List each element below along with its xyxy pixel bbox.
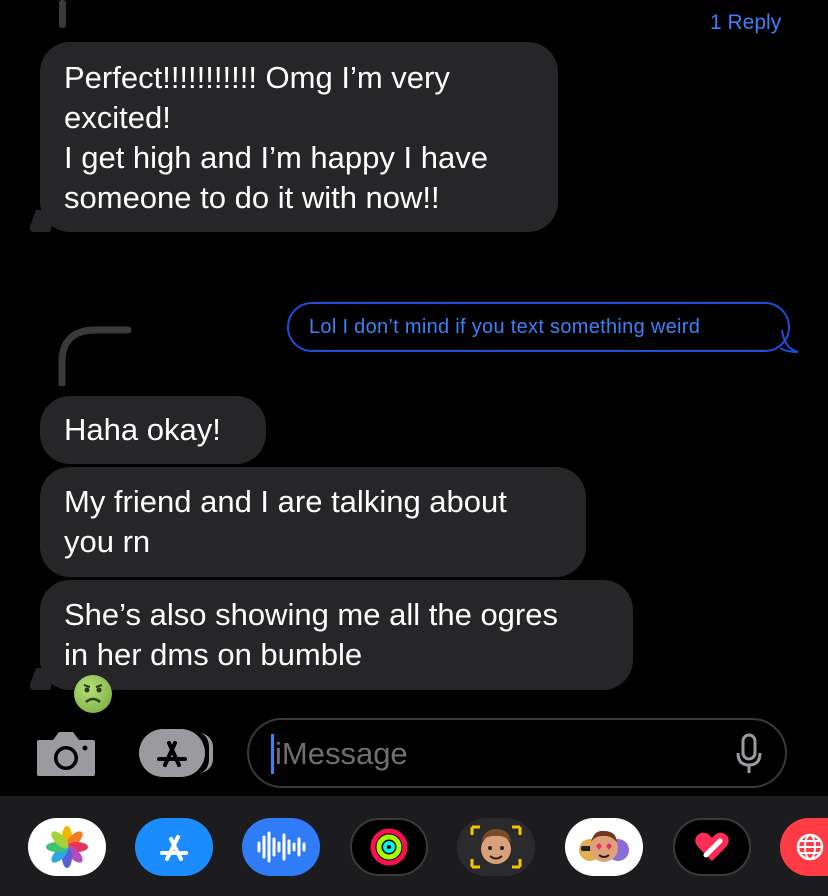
- camera-icon[interactable]: [35, 728, 97, 778]
- app-store-icon[interactable]: [139, 729, 213, 777]
- message-line: Haha okay!: [64, 412, 221, 447]
- message-line: someone to do it with now!!: [64, 180, 440, 215]
- app-drawer: [0, 796, 828, 896]
- incoming-message-bubble[interactable]: Haha okay!: [40, 396, 266, 464]
- message-line: My friend and I are talking about: [64, 484, 507, 519]
- message-line: in her dms on bumble: [64, 635, 609, 713]
- incoming-message-bubble[interactable]: My friend and I are talking about you rn: [40, 467, 586, 577]
- message-line: I get high and I’m happy I have: [64, 140, 488, 175]
- incoming-message-bubble[interactable]: She’s also showing me all the ogres in h…: [40, 580, 633, 713]
- web-search-app-icon[interactable]: [780, 818, 828, 876]
- message-line: excited!: [64, 100, 171, 135]
- reply-preview-text: Lol I don’t mind if you text something w…: [309, 315, 701, 338]
- thread-connector-top: [59, 0, 66, 28]
- reply-pill-tail: [780, 330, 799, 353]
- nauseated-face-icon: [74, 675, 112, 713]
- app-store-app-icon[interactable]: [135, 818, 213, 876]
- message-line: you rn: [64, 524, 151, 559]
- thread-connector-curve: [58, 326, 132, 386]
- thread-reply-count[interactable]: 1 Reply: [710, 11, 781, 35]
- reply-preview-bubble[interactable]: Lol I don’t mind if you text something w…: [287, 302, 790, 352]
- incoming-message-bubble[interactable]: Perfect!!!!!!!!!!! Omg I’m very excited!…: [40, 42, 558, 232]
- activity-app-icon[interactable]: [350, 818, 428, 876]
- message-line: Perfect!!!!!!!!!!! Omg I’m very: [64, 60, 450, 95]
- memoji-stickers-app-icon[interactable]: [565, 818, 643, 876]
- memoji-app-icon[interactable]: [457, 818, 535, 876]
- audio-message-app-icon[interactable]: [242, 818, 320, 876]
- imessage-input[interactable]: [273, 732, 717, 776]
- photos-app-icon[interactable]: [28, 818, 106, 876]
- microphone-icon[interactable]: [735, 733, 763, 775]
- message-line-text: in her dms on bumble: [64, 637, 363, 672]
- message-input-field[interactable]: [247, 718, 787, 788]
- message-line: She’s also showing me all the ogres: [64, 597, 558, 632]
- digital-touch-app-icon[interactable]: [673, 818, 751, 876]
